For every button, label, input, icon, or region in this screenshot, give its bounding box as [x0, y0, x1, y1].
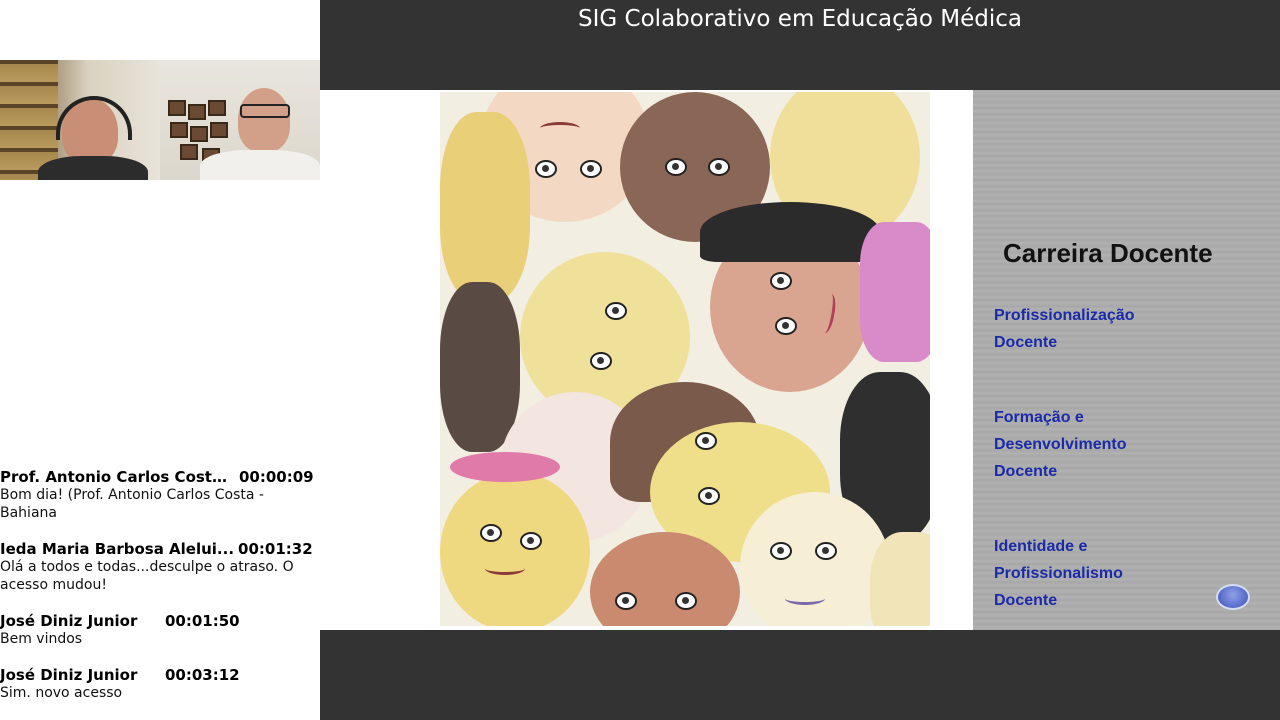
eye — [770, 272, 792, 290]
slide-item-line: Docente — [994, 592, 1058, 609]
chat-message: Prof. Antonio Carlos Costa... 00:00:09 B… — [0, 468, 320, 522]
chat-sender: Ieda Maria Barbosa Alelui... — [0, 540, 235, 558]
chat-sender: Prof. Antonio Carlos Costa... — [0, 468, 235, 486]
slide-item-formacao[interactable]: Formação e Desenvolvimento Docente — [994, 404, 1184, 485]
participant-video-1[interactable] — [0, 60, 160, 180]
slide-item-line: Identidade e — [994, 538, 1088, 555]
participant-1-body — [38, 156, 148, 180]
eye — [675, 592, 697, 610]
eye — [708, 158, 730, 176]
eye — [775, 317, 797, 335]
eye — [695, 432, 717, 450]
eye — [580, 160, 602, 178]
face — [870, 532, 930, 626]
chat-sender: José Diniz Junior — [0, 612, 138, 630]
eye — [770, 542, 792, 560]
faces-illustration — [440, 92, 930, 626]
chat-sender: José Diniz Junior — [0, 666, 138, 684]
slide-heading: Carreira Docente — [1003, 238, 1213, 268]
participant-2-body — [200, 150, 320, 180]
face — [440, 112, 530, 302]
chat-timestamp: 00:00:09 — [239, 468, 314, 486]
chat-text: Sim. novo acesso — [0, 685, 123, 701]
face — [440, 472, 590, 626]
eye — [698, 487, 720, 505]
face — [440, 282, 520, 452]
mouth — [485, 562, 525, 575]
session-header: SIG Colaborativo em Educação Médica — [320, 0, 1280, 90]
eye — [590, 352, 612, 370]
eye — [815, 542, 837, 560]
chat-message: Ieda Maria Barbosa Alelui... 00:01:32 Ol… — [0, 540, 320, 594]
presentation-slide: Carreira Docente Profissionalização Doce… — [320, 90, 1280, 630]
headset-icon — [56, 96, 132, 140]
eye — [605, 302, 627, 320]
slide-item-line: Docente — [994, 463, 1058, 480]
slide-item-line: Docente — [994, 334, 1058, 351]
eye — [615, 592, 637, 610]
participant-2-head — [238, 88, 290, 152]
chat-text: Bem vindos — [0, 631, 83, 647]
mouth — [785, 592, 825, 605]
session-title: SIG Colaborativo em Educação Médica — [578, 6, 1022, 32]
eye — [480, 524, 502, 542]
chat-timestamp: 00:01:32 — [238, 540, 313, 558]
slide-item-profissionalizacao[interactable]: Profissionalização Docente — [994, 302, 1184, 356]
face — [700, 202, 880, 262]
slide-item-identidade[interactable]: Identidade e Profissionalismo Docente — [994, 533, 1184, 614]
glasses-icon — [240, 104, 290, 118]
chat-list: Prof. Antonio Carlos Costa... 00:00:09 B… — [0, 468, 320, 720]
face — [450, 452, 560, 482]
participant-video-2[interactable] — [160, 60, 320, 180]
face — [860, 222, 930, 362]
eye — [535, 160, 557, 178]
eye — [520, 532, 542, 550]
chat-timestamp: 00:03:12 — [165, 666, 240, 684]
left-panel: Prof. Antonio Carlos Costa... 00:00:09 B… — [0, 0, 320, 720]
eye — [665, 158, 687, 176]
circle-nav-button-icon[interactable] — [1216, 584, 1250, 610]
mouth — [540, 122, 580, 135]
chat-message: José Diniz Junior 00:01:50 Bem vindos — [0, 612, 320, 648]
slide-item-line: Profissionalismo — [994, 565, 1123, 582]
chat-timestamp: 00:01:50 — [165, 612, 240, 630]
chat-text: Olá a todos e todas...desculpe o atraso.… — [0, 559, 294, 593]
chat-message: José Diniz Junior 00:03:12 Sim. novo ace… — [0, 666, 320, 702]
slide-item-line: Desenvolvimento — [994, 436, 1127, 453]
session-footer — [320, 630, 1280, 720]
slide-side-panel: Carreira Docente Profissionalização Doce… — [973, 90, 1280, 630]
slide-item-line: Formação e — [994, 409, 1084, 426]
slide-item-line: Profissionalização — [994, 307, 1135, 324]
chat-text: Bom dia! (Prof. Antonio Carlos Costa - B… — [0, 487, 264, 521]
